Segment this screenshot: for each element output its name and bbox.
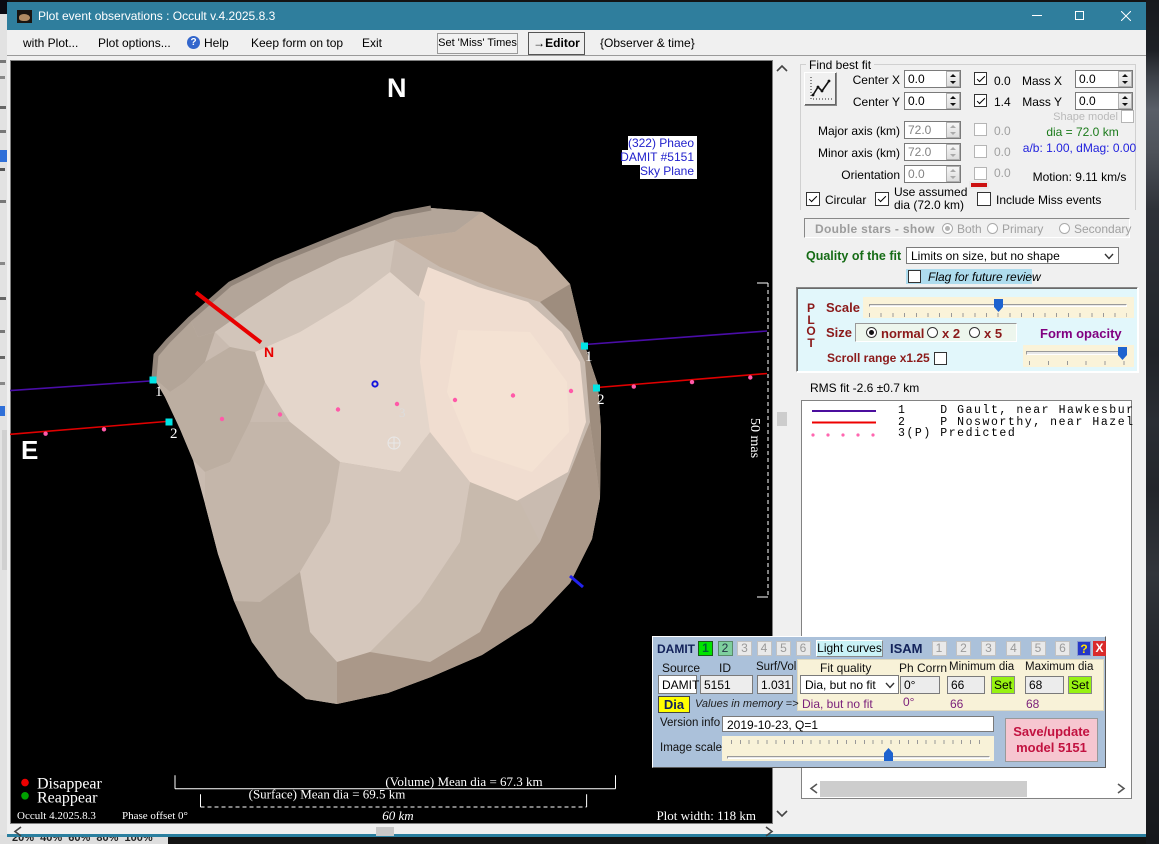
svg-text:2: 2 <box>597 392 605 408</box>
svg-text:1: 1 <box>585 349 593 365</box>
svg-text:(Surface) Mean dia = 69.5 km: (Surface) Mean dia = 69.5 km <box>249 787 406 802</box>
svg-text:Occult 4.2025.8.3: Occult 4.2025.8.3 <box>17 810 96 822</box>
svg-text:(Volume) Mean dia = 67.3 km: (Volume) Mean dia = 67.3 km <box>385 774 542 789</box>
svg-text:(322) Phaeo: (322) Phaeo <box>628 136 694 150</box>
svg-text:50 mas: 50 mas <box>747 418 762 458</box>
svg-text:1: 1 <box>155 384 163 400</box>
svg-text:3: 3 <box>399 405 406 420</box>
svg-text:DAMIT #5151: DAMIT #5151 <box>620 150 694 164</box>
svg-text:N: N <box>387 73 407 103</box>
svg-text:N: N <box>264 344 274 360</box>
svg-text:Phase offset 0°: Phase offset 0° <box>122 810 188 822</box>
svg-text:Sky Plane: Sky Plane <box>640 164 694 178</box>
svg-text:E: E <box>21 435 38 465</box>
svg-text:60 km: 60 km <box>382 808 413 823</box>
svg-text:Reappear: Reappear <box>37 790 98 807</box>
svg-text:Plot width: 118 km: Plot width: 118 km <box>656 808 756 823</box>
svg-text:2: 2 <box>170 426 178 442</box>
